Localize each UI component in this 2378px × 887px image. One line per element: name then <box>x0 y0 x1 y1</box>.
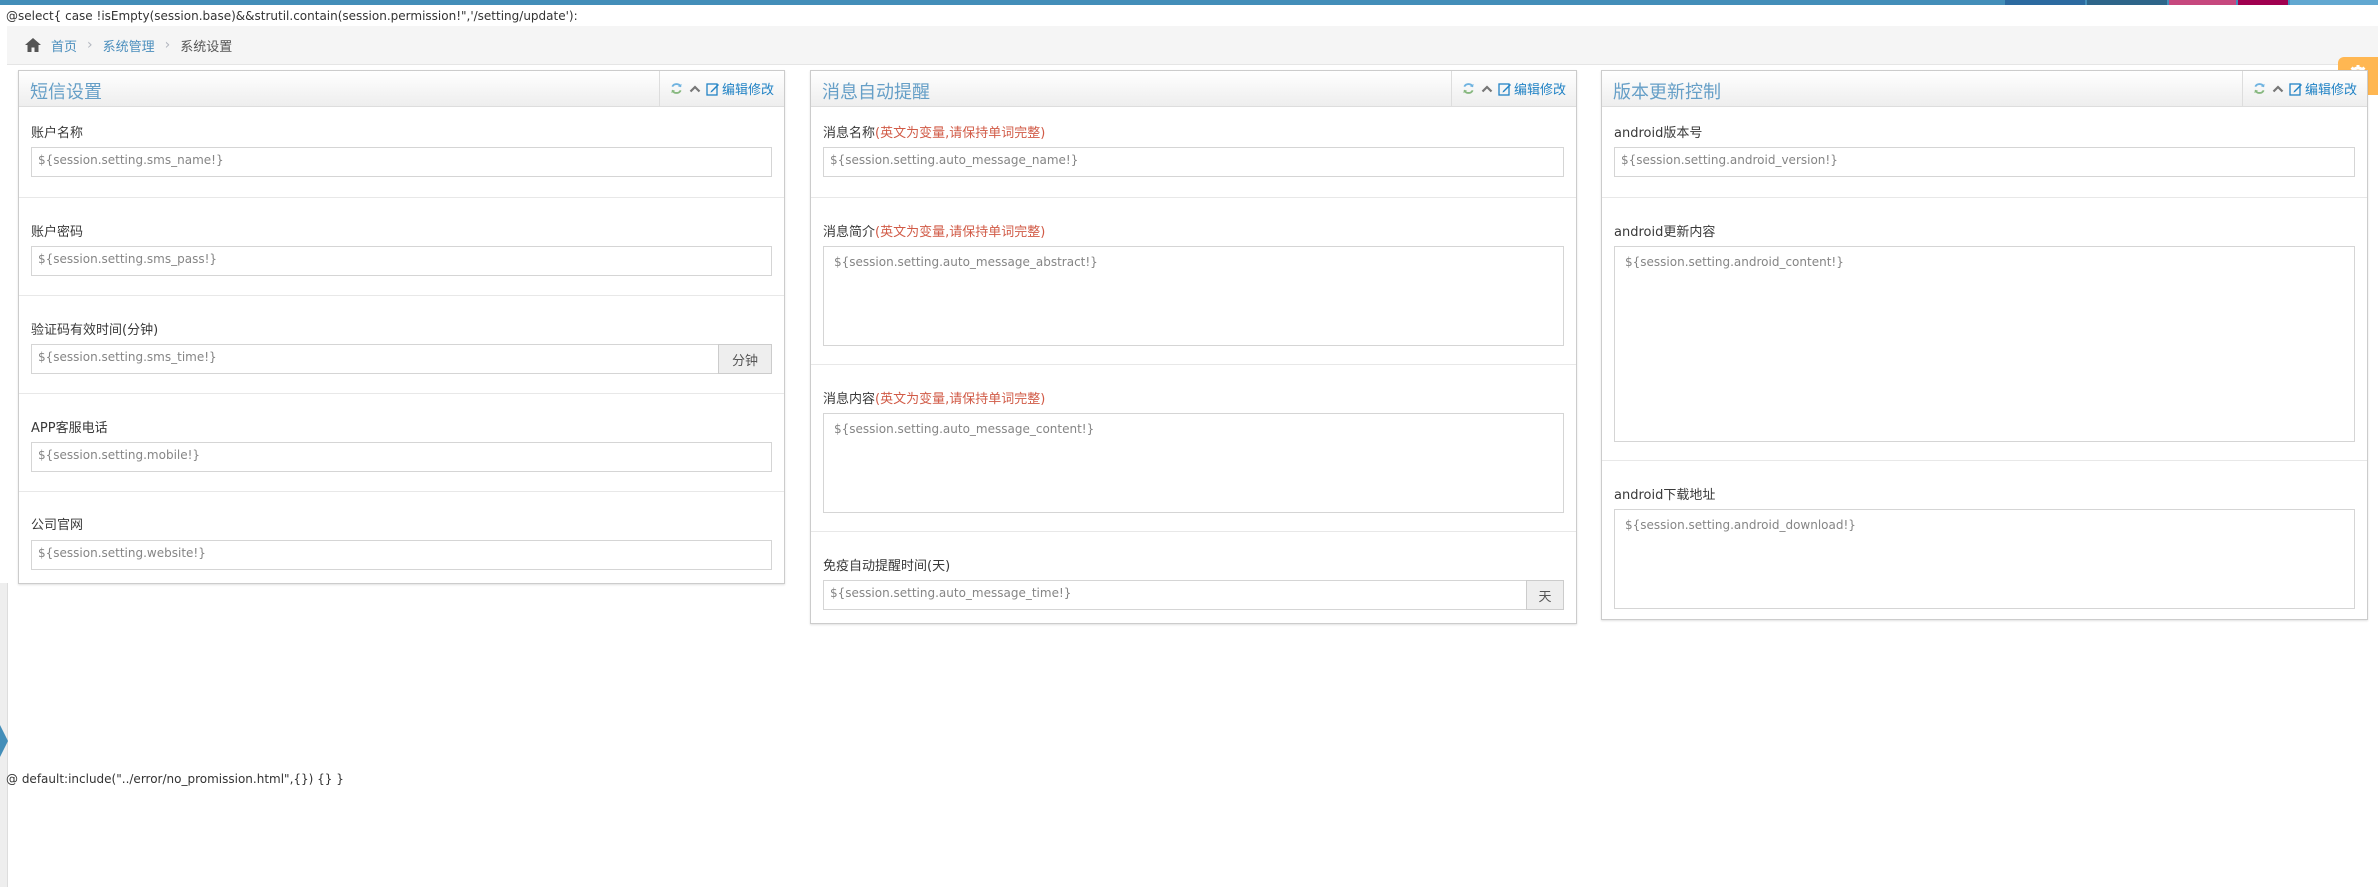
chevron-right-icon: › <box>87 37 93 53</box>
panel-title: 短信设置 <box>30 82 102 103</box>
auto-message-name-input[interactable]: ${session.setting.auto_message_name!} <box>823 147 1564 177</box>
navbar-segment <box>2087 0 2167 5</box>
android-download-textarea[interactable]: ${session.setting.android_download!} <box>1614 509 2355 609</box>
auto-message-time-input[interactable]: ${session.setting.auto_message_time!} <box>823 580 1527 610</box>
home-icon[interactable] <box>23 36 43 54</box>
field-label: 公司官网 <box>31 518 84 533</box>
breadcrumb-home-link[interactable]: 首页 <box>51 36 77 55</box>
divider <box>811 531 1576 532</box>
input-addon: 天 <box>1526 580 1564 610</box>
variable-note: (英文为变量,请保持单词完整) <box>875 225 1046 240</box>
field-label: 消息名称(英文为变量,请保持单词完整) <box>823 126 1046 141</box>
refresh-icon[interactable] <box>1462 82 1476 96</box>
divider <box>19 295 784 296</box>
divider <box>19 197 784 198</box>
field-label: 免疫自动提醒时间(天) <box>823 559 951 574</box>
panel-toolbar: 编辑修改 <box>1450 71 1576 106</box>
panel-header: 消息自动提醒 编辑修改 <box>811 71 1576 107</box>
breadcrumb-current: 系统设置 <box>180 39 233 55</box>
sms-settings-panel: 短信设置 编辑修改 账户名称 ${session.setting.sms_nam… <box>18 70 785 584</box>
field-label: android版本号 <box>1614 126 1703 141</box>
variable-note: (英文为变量,请保持单词完整) <box>875 392 1046 407</box>
panel-toolbar: 编辑修改 <box>658 71 784 106</box>
field-label: android更新内容 <box>1614 225 1716 240</box>
divider <box>19 491 784 492</box>
sms-name-input[interactable]: ${session.setting.sms_name!} <box>31 147 772 177</box>
field-label: 消息简介(英文为变量,请保持单词完整) <box>823 225 1046 240</box>
edit-button[interactable]: 编辑修改 <box>2289 79 2357 98</box>
panel-body: 账户名称 ${session.setting.sms_name!} 账户密码 $… <box>19 107 784 583</box>
edit-label: 编辑修改 <box>721 83 774 98</box>
panel-header: 短信设置 编辑修改 <box>19 71 784 107</box>
panel-body: android版本号 ${session.setting.android_ver… <box>1602 107 2367 619</box>
template-directive-text: @ default:include("../error/no_promissio… <box>6 772 344 786</box>
edit-button[interactable]: 编辑修改 <box>706 79 774 98</box>
android-content-textarea[interactable]: ${session.setting.android_content!} <box>1614 246 2355 442</box>
chevron-up-icon[interactable] <box>2271 82 2285 96</box>
divider <box>1602 197 2367 198</box>
sms-time-input[interactable]: ${session.setting.sms_time!} <box>31 344 719 374</box>
refresh-icon[interactable] <box>2253 82 2267 96</box>
field-label: 消息内容(英文为变量,请保持单词完整) <box>823 392 1046 407</box>
auto-message-panel: 消息自动提醒 编辑修改 消息名称(英文为变量,请保持单词完整) ${sessio… <box>810 70 1577 624</box>
panel-header: 版本更新控制 编辑修改 <box>1602 71 2367 107</box>
divider <box>811 197 1576 198</box>
divider <box>811 364 1576 365</box>
field-label: 账户名称 <box>31 126 84 141</box>
edit-icon <box>706 82 719 96</box>
edit-icon <box>2289 82 2302 96</box>
field-label: 验证码有效时间(分钟) <box>31 323 159 338</box>
navbar-segment <box>2238 0 2288 5</box>
field-label: APP客服电话 <box>31 421 108 436</box>
auto-message-abstract-textarea[interactable]: ${session.setting.auto_message_abstract!… <box>823 246 1564 346</box>
sms-pass-input[interactable]: ${session.setting.sms_pass!} <box>31 246 772 276</box>
version-update-panel: 版本更新控制 编辑修改 android版本号 ${session.setting… <box>1601 70 2368 620</box>
panel-title: 版本更新控制 <box>1613 82 1721 103</box>
panel-toolbar: 编辑修改 <box>2241 71 2367 106</box>
edit-icon <box>1498 82 1511 96</box>
edit-label: 编辑修改 <box>1513 83 1566 98</box>
variable-note: (英文为变量,请保持单词完整) <box>875 126 1046 141</box>
breadcrumb-system-management-link[interactable]: 系统管理 <box>103 36 155 55</box>
navbar-segment <box>2169 0 2236 5</box>
divider <box>1602 460 2367 461</box>
top-navbar-strip <box>0 0 2378 5</box>
input-addon: 分钟 <box>718 344 772 374</box>
chevron-up-icon[interactable] <box>1480 82 1494 96</box>
android-version-input[interactable]: ${session.setting.android_version!} <box>1614 147 2355 177</box>
edit-button[interactable]: 编辑修改 <box>1498 79 1566 98</box>
divider <box>19 393 784 394</box>
chevron-up-icon[interactable] <box>688 82 702 96</box>
template-directive-text: @select{ case !isEmpty(session.base)&&st… <box>6 9 578 23</box>
sidebar-toggle-notch[interactable] <box>0 725 8 757</box>
refresh-icon[interactable] <box>670 82 684 96</box>
panel-title: 消息自动提醒 <box>822 82 930 103</box>
mobile-input[interactable]: ${session.setting.mobile!} <box>31 442 772 472</box>
chevron-right-icon: › <box>164 37 171 53</box>
breadcrumb: 首页 › 系统管理 › 系统设置 <box>7 26 2378 65</box>
navbar-segment <box>2005 0 2085 5</box>
panel-body: 消息名称(英文为变量,请保持单词完整) ${session.setting.au… <box>811 107 1576 623</box>
edit-label: 编辑修改 <box>2304 83 2357 98</box>
navbar-segment <box>2290 0 2378 5</box>
auto-message-content-textarea[interactable]: ${session.setting.auto_message_content!} <box>823 413 1564 513</box>
field-label: 账户密码 <box>31 225 84 240</box>
website-input[interactable]: ${session.setting.website!} <box>31 540 772 570</box>
field-label: android下载地址 <box>1614 488 1716 503</box>
